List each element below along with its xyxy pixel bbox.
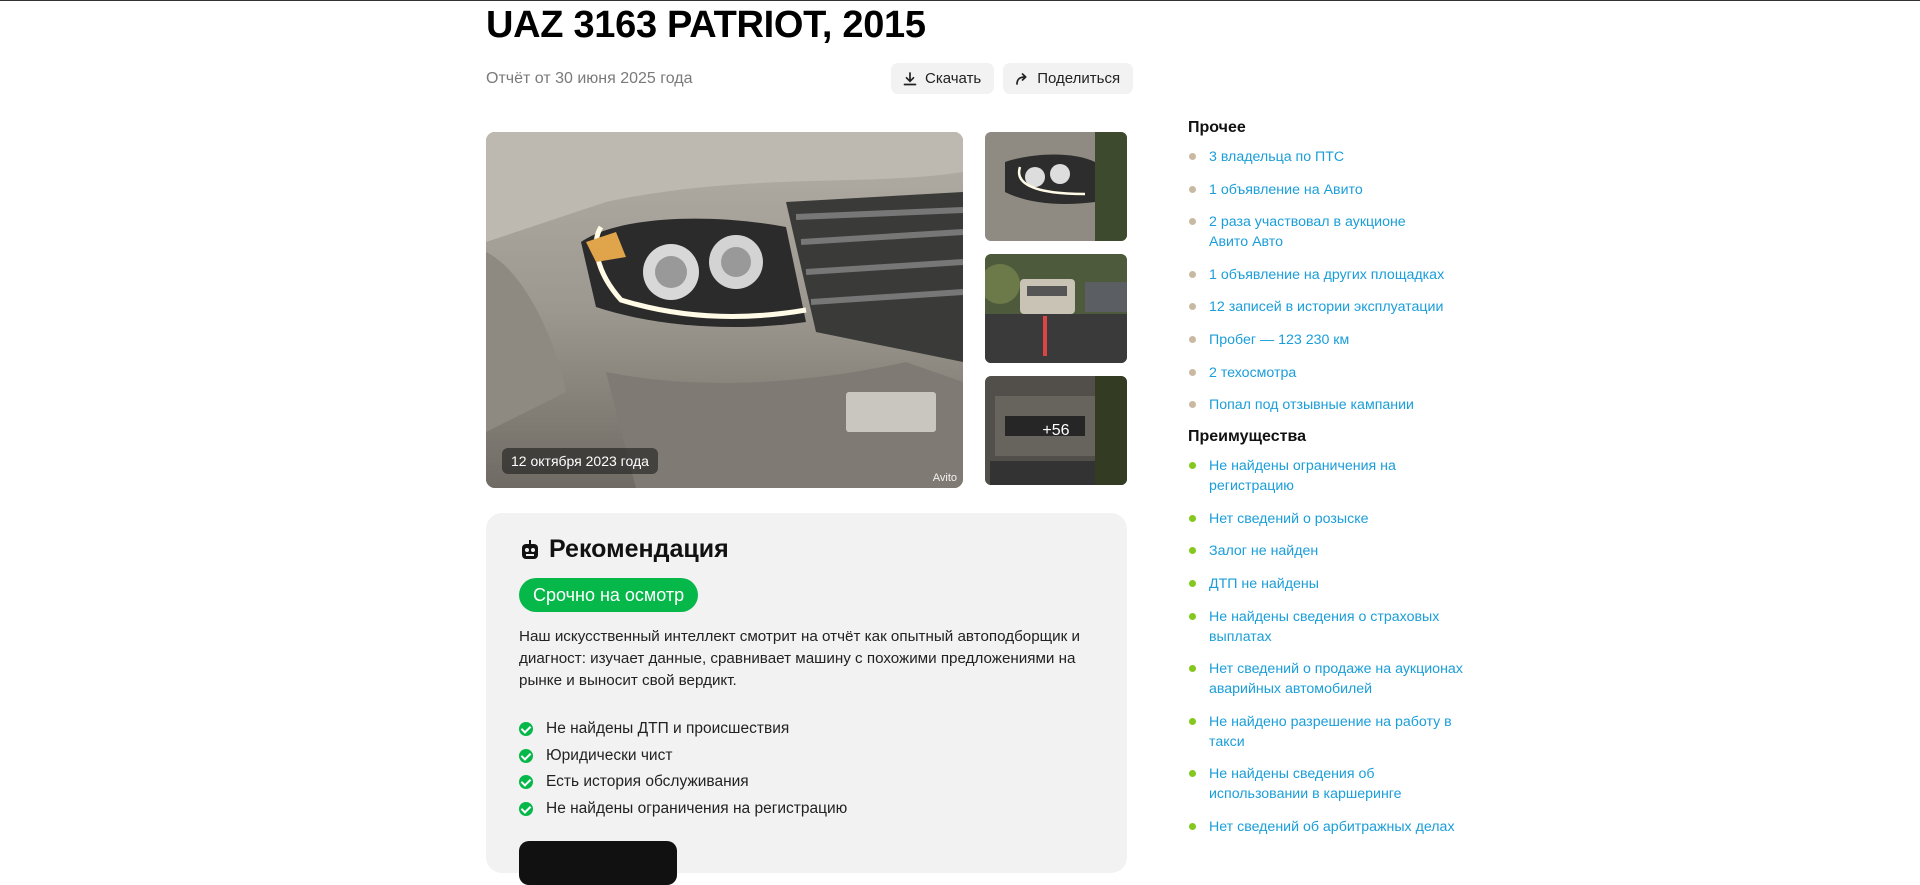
other-item[interactable]: 1 объявление на других площадках <box>1188 265 1488 285</box>
bullet-dot <box>1189 185 1196 193</box>
report-date: Отчёт от 30 июня 2025 года <box>486 70 693 87</box>
more-photos-count: +56 <box>985 376 1127 485</box>
advantage-item[interactable]: Не найдены сведения о страховых выплатах <box>1188 607 1454 647</box>
recommendation-checklist: Не найдены ДТП и происшествия Юридически… <box>519 716 847 822</box>
download-icon <box>903 71 917 85</box>
bullet-dot <box>1189 612 1196 620</box>
bullet-dot <box>1189 270 1196 278</box>
other-item[interactable]: 3 владельца по ПТС <box>1188 147 1488 167</box>
advantage-item[interactable]: Нет сведений о розыске <box>1188 509 1488 529</box>
main-photo[interactable]: 12 октября 2023 года Avito <box>486 132 963 488</box>
bullet-dot <box>1189 462 1196 470</box>
share-button[interactable]: Поделиться <box>1003 63 1134 94</box>
check-item: Есть история обслуживания <box>519 769 847 796</box>
other-item[interactable]: Пробег — 123 230 км <box>1188 330 1488 350</box>
other-item[interactable]: Попал под отзывные кампании <box>1188 395 1488 415</box>
photo-thumbnail[interactable] <box>985 132 1127 241</box>
other-item[interactable]: 12 записей в истории эксплуатации <box>1188 297 1488 317</box>
share-icon <box>1016 72 1027 85</box>
bullet-dot <box>1189 665 1196 673</box>
bullet-dot <box>1189 153 1196 160</box>
check-item: Не найдены ограничения на регистрацию <box>519 796 847 823</box>
share-label: Поделиться <box>1037 70 1121 87</box>
advantage-item[interactable]: Не найдены сведения об использовании в к… <box>1188 764 1459 804</box>
recommendation-heading: Рекомендация <box>519 535 729 564</box>
car-thumbnail-image <box>985 132 1127 241</box>
advantage-item[interactable]: ДТП не найдены <box>1188 574 1488 594</box>
bullet-dot <box>1189 717 1196 725</box>
other-item[interactable]: 2 раза участвовал в аукционе Авито Авто <box>1188 212 1434 252</box>
other-item[interactable]: 2 техосмотра <box>1188 363 1488 383</box>
photo-date-chip: 12 октября 2023 года <box>502 448 658 474</box>
bullet-dot <box>1189 770 1196 778</box>
download-label: Скачать <box>925 70 982 87</box>
check-item: Не найдены ДТП и происшествия <box>519 716 847 743</box>
bullet-dot <box>1189 368 1196 376</box>
other-list: 3 владельца по ПТС 1 объявление на Авито… <box>1188 147 1488 415</box>
page-title: UAZ 3163 PATRIOT, 2015 <box>486 4 926 46</box>
advantages-section-title: Преимущества <box>1188 428 1306 446</box>
verdict-badge: Срочно на осмотр <box>519 578 699 612</box>
advantages-list: Не найдены ограничения на регистрацию Не… <box>1188 456 1488 837</box>
photo-thumbnail[interactable] <box>985 254 1127 363</box>
bullet-dot <box>1189 579 1196 587</box>
recommendation-card: Рекомендация Срочно на осмотр Наш искусс… <box>486 513 1127 885</box>
check-icon <box>519 775 533 790</box>
advantage-item[interactable]: Не найдено разрешение на работу в такси <box>1188 712 1459 752</box>
summary-sidebar: Прочее 3 владельца по ПТС 1 объявление н… <box>1188 119 1488 837</box>
check-icon <box>519 801 533 816</box>
other-section-title: Прочее <box>1188 119 1246 136</box>
avito-watermark: Avito <box>932 472 957 484</box>
bullet-dot <box>1189 218 1196 226</box>
check-icon <box>519 748 533 763</box>
advantage-item[interactable]: Залог не найден <box>1188 541 1488 561</box>
bullet-dot <box>1189 822 1196 830</box>
car-photo-image <box>486 132 963 488</box>
advantage-item[interactable]: Нет сведений о продаже на аукционах авар… <box>1188 659 1489 699</box>
bullet-dot <box>1189 335 1196 343</box>
recommendation-title: Рекомендация <box>549 535 729 563</box>
bullet-dot <box>1189 547 1196 555</box>
car-thumbnail-image <box>985 254 1127 363</box>
download-button[interactable]: Скачать <box>891 63 995 94</box>
bullet-dot <box>1189 514 1196 522</box>
check-icon <box>519 722 533 737</box>
advantage-item[interactable]: Нет сведений об арбитражных делах <box>1188 817 1488 837</box>
other-item[interactable]: 1 объявление на Авито <box>1188 180 1488 200</box>
bullet-dot <box>1189 303 1196 311</box>
action-buttons: Скачать Поделиться <box>891 63 1134 94</box>
photo-thumbnail-more[interactable]: +56 <box>985 376 1127 485</box>
robot-icon <box>522 539 538 559</box>
advantage-item[interactable]: Не найдены ограничения на регистрацию <box>1188 456 1409 496</box>
top-border <box>0 0 1920 1</box>
check-item: Юридически чист <box>519 743 847 770</box>
recommendation-description: Наш искусственный интеллект смотрит на о… <box>519 628 1081 689</box>
recommendation-action-button[interactable] <box>519 841 677 885</box>
bullet-dot <box>1189 401 1196 409</box>
